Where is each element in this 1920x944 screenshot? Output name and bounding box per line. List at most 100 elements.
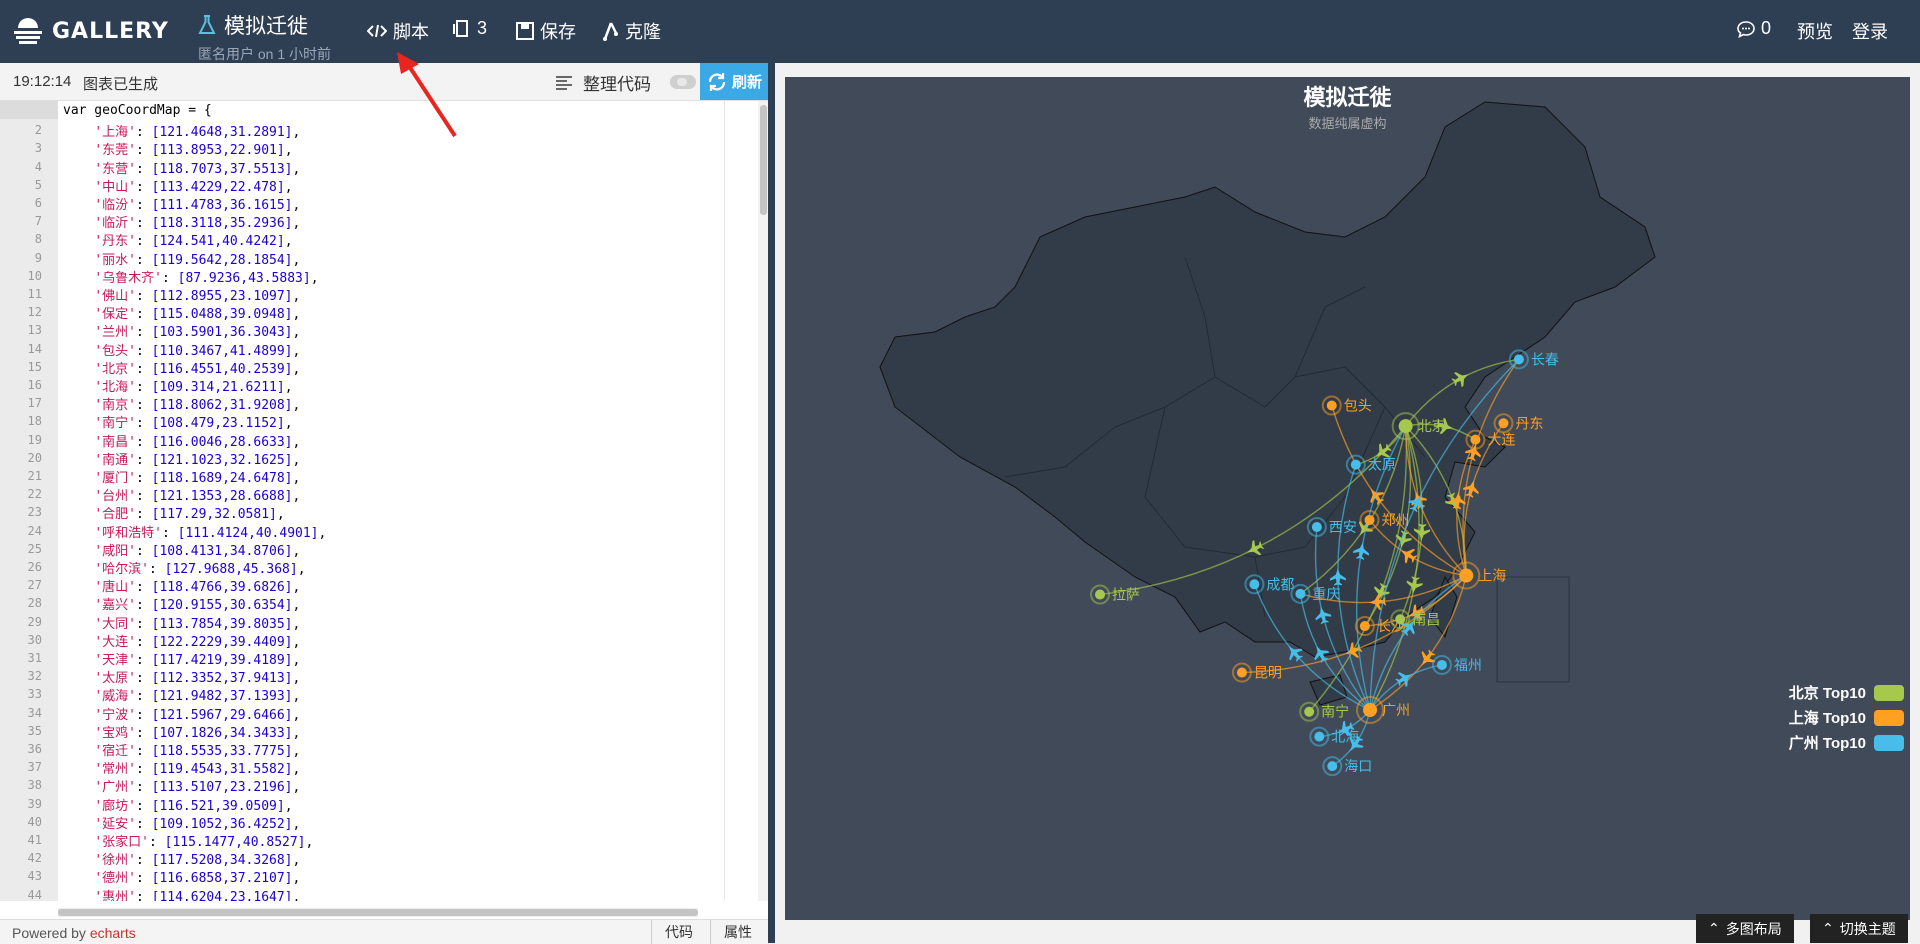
city-point-广州[interactable]: [1363, 703, 1378, 718]
code-comma: ,: [284, 380, 293, 395]
editor-vertical-scrollbar[interactable]: [758, 101, 768, 901]
code-line: '唐山': [118.4766,39.6826],: [63, 576, 300, 595]
city-point-福州[interactable]: [1436, 659, 1447, 670]
city-point-长沙[interactable]: [1359, 621, 1370, 632]
legend-label-guangzhou: 广州 Top10: [1788, 735, 1866, 752]
code-string: '南通': [94, 452, 136, 468]
city-point-包头[interactable]: [1326, 400, 1337, 411]
refresh-label: 刷新: [731, 74, 762, 91]
line-number: 26: [27, 560, 42, 574]
city-point-郑州[interactable]: [1364, 514, 1375, 525]
code-coordinates: [116.6858,37.2107]: [151, 871, 293, 887]
pane-divider[interactable]: [768, 63, 775, 943]
refresh-button[interactable]: 刷新: [700, 63, 768, 100]
code-coordinates: [108.4131,34.8706]: [151, 543, 293, 559]
city-label: 西安: [1329, 520, 1357, 536]
code-comma: ,: [292, 653, 301, 668]
vertical-scroll-thumb[interactable]: [760, 105, 767, 215]
echarts-link[interactable]: echarts: [90, 925, 136, 941]
horizontal-scroll-thumb[interactable]: [58, 909, 698, 916]
comments-button[interactable]: 0: [1737, 18, 1771, 39]
code-coordinates: [117.5208,34.3268]: [151, 853, 293, 869]
legend-item-guangzhou[interactable]: 广州 Top10: [1789, 732, 1904, 753]
powered-by-text: Powered by echarts: [12, 925, 136, 941]
code-string: '惠州': [94, 889, 136, 901]
clone-button[interactable]: 克隆: [601, 18, 661, 44]
code-editor[interactable]: 1234567891011121314151617181920212223242…: [0, 101, 768, 901]
code-colon: :: [135, 343, 152, 359]
save-button[interactable]: 保存: [516, 18, 576, 44]
code-comma: ,: [284, 143, 293, 159]
map-canvas: 北京上海广州包头丹东大连郑州长沙昆明长春太原西安成都重庆福州北海海口拉萨南昌南宁: [879, 101, 1656, 777]
code-string: '临汾': [94, 198, 136, 213]
code-colon: :: [135, 489, 152, 505]
editor-horizontal-scrollbar[interactable]: [58, 908, 698, 917]
code-line: '南昌': [116.0046,28.6633],: [63, 431, 300, 450]
code-colon: :: [135, 707, 152, 723]
code-coordinates: [107.1826,34.3433]: [151, 725, 293, 741]
migration-map-chart[interactable]: 北京 上海 广州 包头 丹东 大连 郑州 长沙 昆明 长春 太原 西安 成都 重庆 福州 北海 海口 拉萨 南昌 南宁…: [785, 77, 1910, 920]
code-coordinates: [108.479,23.1152]: [151, 416, 285, 432]
tab-code[interactable]: 代码: [651, 920, 706, 944]
city-point-北海[interactable]: [1314, 731, 1325, 742]
legend-item-shanghai[interactable]: 上海 Top10: [1789, 707, 1904, 728]
tidy-code-label: 整理代码: [583, 75, 651, 94]
city-point-成都[interactable]: [1249, 579, 1260, 590]
login-button[interactable]: 登录: [1852, 18, 1888, 44]
code-coordinates: [109.314,21.6211]: [151, 380, 285, 395]
gallery-logo[interactable]: GALLERY: [12, 12, 169, 50]
code-colon: :: [135, 179, 152, 195]
line-number: 4: [34, 159, 42, 174]
code-coordinates: [113.4229,22.478]: [151, 179, 285, 195]
code-string: '北海': [94, 380, 136, 395]
city-point-丹东[interactable]: [1498, 418, 1509, 429]
tab-properties[interactable]: 属性: [710, 920, 765, 944]
code-colon: :: [148, 835, 165, 850]
versions-button[interactable]: 3: [451, 18, 487, 39]
city-point-上海[interactable]: [1459, 568, 1474, 583]
code-coordinates: [116.4551,40.2539]: [151, 361, 293, 377]
city-point-重庆[interactable]: [1295, 588, 1306, 599]
author-timestamp: 匿名用户 on 1 小时前: [198, 46, 332, 62]
city-point-太原[interactable]: [1350, 459, 1361, 470]
code-line: '乌鲁木齐': [87.9236,43.5883],: [63, 267, 318, 286]
line-number: 35: [27, 723, 42, 738]
code-line: '延安': [109.1052,36.4252],: [63, 813, 300, 832]
gallery-logo-icon: [14, 18, 42, 44]
legend-item-beijing[interactable]: 北京 Top10: [1789, 682, 1904, 703]
city-point-西安[interactable]: [1311, 521, 1322, 532]
auto-refresh-toggle[interactable]: [670, 75, 696, 89]
line-number: 13: [27, 323, 42, 338]
city-point-北京[interactable]: [1398, 419, 1413, 434]
multi-layout-button[interactable]: ⌃ 多图布局: [1696, 914, 1794, 943]
preview-button[interactable]: 预览: [1797, 18, 1833, 44]
line-number: 42: [27, 851, 42, 866]
city-point-海口[interactable]: [1327, 761, 1338, 772]
switch-theme-button[interactable]: ⌃ 切换主题: [1810, 914, 1908, 943]
code-coordinates: [117.29,32.0581]: [151, 507, 277, 523]
code-coordinates: [103.5901,36.3043]: [151, 325, 293, 341]
city-label: 大连: [1487, 433, 1515, 449]
code-line: '兰州': [103.5901,36.3043],: [63, 321, 300, 340]
city-point-大连[interactable]: [1470, 434, 1481, 445]
tidy-code-button[interactable]: 整理代码: [555, 70, 651, 95]
city-point-南昌[interactable]: [1395, 614, 1406, 625]
code-line: '中山': [113.4229,22.478],: [63, 176, 292, 195]
script-button[interactable]: 脚本: [367, 18, 429, 44]
line-number: 27: [27, 578, 42, 593]
code-coordinates: [112.8955,23.1097]: [151, 289, 293, 304]
code-string: '嘉兴': [94, 598, 136, 614]
city-point-长春[interactable]: [1513, 354, 1524, 365]
code-comma: ,: [284, 416, 293, 432]
city-point-昆明[interactable]: [1236, 667, 1247, 678]
city-point-拉萨[interactable]: [1094, 589, 1105, 600]
city-point-南宁[interactable]: [1304, 706, 1315, 717]
